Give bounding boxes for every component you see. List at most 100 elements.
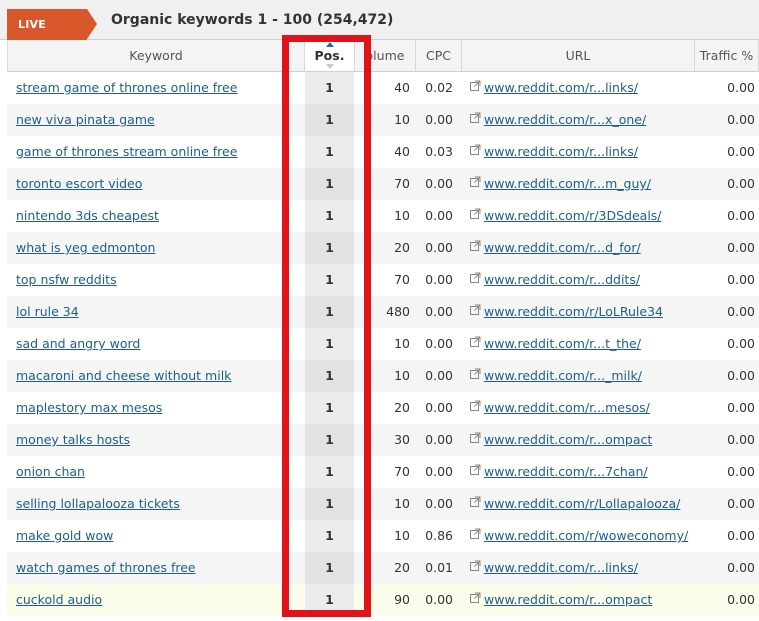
keyword-link[interactable]: onion chan: [16, 456, 302, 488]
external-link-icon[interactable]: [470, 392, 481, 423]
url-cell: www.reddit.com/r...t_the/: [470, 328, 695, 360]
url-cell: www.reddit.com/r...links/: [470, 72, 695, 104]
external-link-icon[interactable]: [470, 232, 481, 263]
sort-descending-icon: [325, 64, 334, 69]
cpc-value: 0.00: [425, 112, 453, 127]
external-link-icon[interactable]: [470, 72, 481, 103]
keyword-link[interactable]: lol rule 34: [16, 296, 302, 328]
volume-value: 20: [394, 240, 410, 255]
table-row: selling lollapalooza tickets 1 10 0.00 www.r…: [7, 488, 759, 520]
keyword-link[interactable]: cuckold audio: [16, 584, 302, 616]
column-header-keyword-label: Keyword: [129, 48, 183, 63]
keyword-link[interactable]: sad and angry word: [16, 328, 302, 360]
url-link[interactable]: www.reddit.com/r/Lollapalooza/: [484, 496, 680, 511]
url-link[interactable]: www.reddit.com/r..._milk/: [484, 368, 642, 383]
column-header-url[interactable]: URL: [462, 40, 695, 72]
url-cell: www.reddit.com/r/Lollapalooza/: [470, 488, 695, 520]
url-cell: www.reddit.com/r...ompact: [470, 584, 695, 616]
url-link[interactable]: www.reddit.com/r...ompact: [484, 592, 652, 607]
url-cell: www.reddit.com/r/3DSdeals/: [470, 200, 695, 232]
cpc-value: 0.00: [425, 336, 453, 351]
url-cell: www.reddit.com/r...x_one/: [470, 104, 695, 136]
table-row: maplestory max mesos 1 20 0.00 www.reddit.co…: [7, 392, 759, 424]
keyword-link[interactable]: maplestory max mesos: [16, 392, 302, 424]
keyword-link[interactable]: watch games of thrones free: [16, 552, 302, 584]
url-link[interactable]: www.reddit.com/r...t_the/: [484, 336, 641, 351]
table-row: macaroni and cheese without milk 1 10 0.00 w…: [7, 360, 759, 392]
table-row: nintendo 3ds cheapest 1 10 0.00 www.reddit.c…: [7, 200, 759, 232]
column-header-traffic[interactable]: Traffic %: [695, 40, 759, 72]
table-row: watch games of thrones free 1 20 0.01 www.re…: [7, 552, 759, 584]
url-link[interactable]: www.reddit.com/r...7chan/: [484, 464, 648, 479]
position-value: 1: [305, 584, 354, 616]
external-link-icon[interactable]: [470, 456, 481, 487]
external-link-icon[interactable]: [470, 360, 481, 391]
column-header-position[interactable]: Pos.: [305, 40, 355, 72]
keyword-link[interactable]: selling lollapalooza tickets: [16, 488, 302, 520]
url-link[interactable]: www.reddit.com/r...links/: [484, 80, 638, 95]
url-link[interactable]: www.reddit.com/r...x_one/: [484, 112, 646, 127]
external-link-icon[interactable]: [470, 424, 481, 455]
external-link-icon[interactable]: [470, 328, 481, 359]
url-link[interactable]: www.reddit.com/r...ddits/: [484, 272, 640, 287]
url-link[interactable]: www.reddit.com/r...d_for/: [484, 240, 641, 255]
traffic-value: 0.00: [727, 304, 755, 319]
volume-value: 480: [386, 304, 410, 319]
cpc-value: 0.00: [425, 432, 453, 447]
traffic-value: 0.00: [727, 112, 755, 127]
keyword-link[interactable]: toronto escort video: [16, 168, 302, 200]
live-update-badge-arrow: [87, 9, 97, 39]
report-header: LIVE UPDATE Organic keywords 1 - 100 (25…: [0, 0, 759, 62]
external-link-icon[interactable]: [470, 584, 481, 615]
column-header-cpc[interactable]: CPC: [416, 40, 462, 72]
volume-value: 10: [394, 336, 410, 351]
position-value: 1: [305, 520, 354, 552]
external-link-icon[interactable]: [470, 200, 481, 231]
url-link[interactable]: www.reddit.com/r...ompact: [484, 432, 652, 447]
url-link[interactable]: www.reddit.com/r...mesos/: [484, 400, 650, 415]
position-value: 1: [305, 392, 354, 424]
keyword-link[interactable]: game of thrones stream online free: [16, 136, 302, 168]
keyword-link[interactable]: make gold wow: [16, 520, 302, 552]
external-link-icon[interactable]: [470, 552, 481, 583]
table-row: game of thrones stream online free 1 40 0.0…: [7, 136, 759, 168]
url-cell: www.reddit.com/r/LoLRule34: [470, 296, 695, 328]
url-link[interactable]: www.reddit.com/r...links/: [484, 144, 638, 159]
external-link-icon[interactable]: [470, 488, 481, 519]
url-link[interactable]: www.reddit.com/r/LoLRule34: [484, 304, 663, 319]
external-link-icon[interactable]: [470, 264, 481, 295]
keyword-link[interactable]: new viva pinata game: [16, 104, 302, 136]
traffic-value: 0.00: [727, 176, 755, 191]
volume-value: 10: [394, 528, 410, 543]
external-link-icon[interactable]: [470, 136, 481, 167]
keyword-link[interactable]: money talks hosts: [16, 424, 302, 456]
keyword-link[interactable]: top nsfw reddits: [16, 264, 302, 296]
external-link-icon[interactable]: [470, 168, 481, 199]
table-row: toronto escort video 1 70 0.00 www.reddit.co…: [7, 168, 759, 200]
column-header-volume[interactable]: olume: [355, 40, 416, 72]
url-link[interactable]: www.reddit.com/r/3DSdeals/: [484, 208, 662, 223]
url-link[interactable]: www.reddit.com/r...m_guy/: [484, 176, 651, 191]
keyword-link[interactable]: macaroni and cheese without milk: [16, 360, 302, 392]
position-value: 1: [305, 136, 354, 168]
external-link-icon[interactable]: [470, 296, 481, 327]
keyword-link[interactable]: nintendo 3ds cheapest: [16, 200, 302, 232]
table-row: sad and angry word 1 10 0.00 www.reddit.com/…: [7, 328, 759, 360]
live-update-badge[interactable]: LIVE UPDATE: [7, 9, 87, 62]
column-header-keyword[interactable]: Keyword: [7, 40, 305, 72]
external-link-icon[interactable]: [470, 520, 481, 551]
table-row: stream game of thrones online free 1 40 0.0…: [7, 72, 759, 104]
table-row: what is yeg edmonton 1 20 0.00 www.reddit.co…: [7, 232, 759, 264]
external-link-icon[interactable]: [470, 104, 481, 135]
volume-value: 70: [394, 464, 410, 479]
volume-value: 30: [394, 432, 410, 447]
url-link[interactable]: www.reddit.com/r...links/: [484, 560, 638, 575]
url-link[interactable]: www.reddit.com/r/woweconomy/: [484, 528, 688, 543]
column-header-position-label: Pos.: [314, 48, 345, 63]
position-value: 1: [305, 296, 354, 328]
keyword-link[interactable]: what is yeg edmonton: [16, 232, 302, 264]
table-row: money talks hosts 1 30 0.00 www.reddit.com/r…: [7, 424, 759, 456]
traffic-value: 0.00: [727, 272, 755, 287]
keyword-link[interactable]: stream game of thrones online free: [16, 72, 302, 104]
volume-value: 70: [394, 176, 410, 191]
